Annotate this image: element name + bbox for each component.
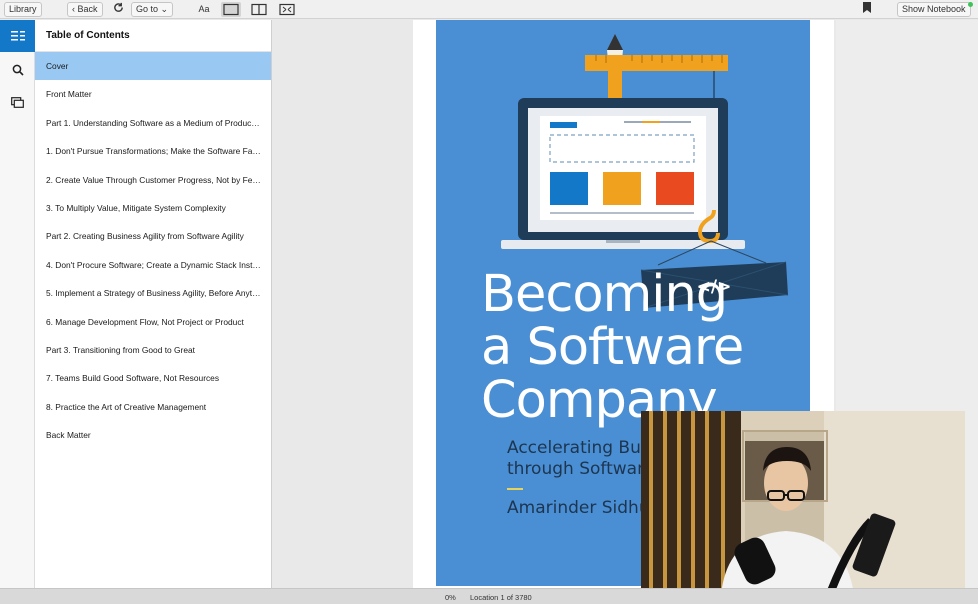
- toc-item-cover[interactable]: Cover: [35, 52, 271, 81]
- chevron-down-icon: ⌄: [160, 4, 169, 14]
- toc-item-chapter-3[interactable]: 3. To Multiply Value, Mitigate System Co…: [35, 194, 271, 222]
- bookmark-icon[interactable]: [861, 2, 873, 17]
- goto-label: Go to: [136, 4, 159, 14]
- top-toolbar: Library ‹ Back Go to ⌄ Aa Show Notebook: [0, 0, 978, 19]
- toc-item-chapter-5[interactable]: 5. Implement a Strategy of Business Agil…: [35, 279, 271, 307]
- single-page-view-icon[interactable]: [221, 2, 241, 17]
- toc-item-part-1[interactable]: Part 1. Understanding Software as a Medi…: [35, 109, 271, 137]
- two-page-view-icon[interactable]: [249, 2, 269, 17]
- toc-panel: Table of Contents Cover Front Matter Par…: [35, 20, 272, 588]
- presenter-video: [641, 411, 965, 595]
- toc-title: Table of Contents: [35, 20, 271, 52]
- cover-divider: [507, 488, 523, 490]
- show-notebook-button[interactable]: Show Notebook: [897, 2, 971, 17]
- cover-title: Becoming a Software Company: [481, 265, 744, 427]
- toc-item-back-matter[interactable]: Back Matter: [35, 421, 271, 449]
- library-button[interactable]: Library: [4, 2, 42, 17]
- flashcards-button[interactable]: [0, 86, 35, 118]
- location-readout: Location 1 of 3780: [470, 593, 532, 602]
- fullscreen-view-icon[interactable]: [277, 2, 297, 17]
- toc-item-chapter-7[interactable]: 7. Teams Build Good Software, Not Resour…: [35, 364, 271, 392]
- search-button[interactable]: [0, 54, 35, 86]
- cover-title-line: a Software: [481, 318, 744, 377]
- toc-item-chapter-1[interactable]: 1. Don't Pursue Transformations; Make th…: [35, 137, 271, 165]
- back-label: Back: [77, 4, 98, 14]
- goto-button[interactable]: Go to ⌄: [131, 2, 174, 17]
- refresh-icon[interactable]: [111, 2, 125, 17]
- status-bar: 0% Location 1 of 3780: [0, 588, 978, 604]
- toc-item-chapter-6[interactable]: 6. Manage Development Flow, Not Project …: [35, 308, 271, 336]
- cover-author: Amarinder Sidhu: [507, 498, 650, 518]
- toc-toggle-button[interactable]: [0, 20, 35, 52]
- sync-status-dot: [968, 2, 973, 7]
- toc-item-front-matter[interactable]: Front Matter: [35, 80, 271, 108]
- cards-icon: [11, 96, 24, 108]
- toc-item-part-2[interactable]: Part 2. Creating Business Agility from S…: [35, 222, 271, 250]
- chevron-left-icon: ‹: [72, 4, 75, 14]
- back-button[interactable]: ‹ Back: [67, 2, 103, 17]
- toc-item-chapter-4[interactable]: 4. Don't Procure Software; Create a Dyna…: [35, 251, 271, 279]
- toc-item-chapter-8[interactable]: 8. Practice the Art of Creative Manageme…: [35, 393, 271, 421]
- progress-percent: 0%: [445, 593, 456, 602]
- toc-list: Cover Front Matter Part 1. Understanding…: [35, 52, 271, 449]
- toc-item-chapter-2[interactable]: 2. Create Value Through Customer Progres…: [35, 166, 271, 194]
- search-icon: [12, 64, 24, 76]
- font-settings-button[interactable]: Aa: [196, 2, 212, 17]
- left-rail: [0, 20, 35, 588]
- webcam-overlay: [641, 411, 965, 595]
- list-icon: [10, 31, 25, 41]
- cover-title-line: Becoming: [481, 265, 728, 324]
- toc-item-part-3[interactable]: Part 3. Transitioning from Good to Great: [35, 336, 271, 364]
